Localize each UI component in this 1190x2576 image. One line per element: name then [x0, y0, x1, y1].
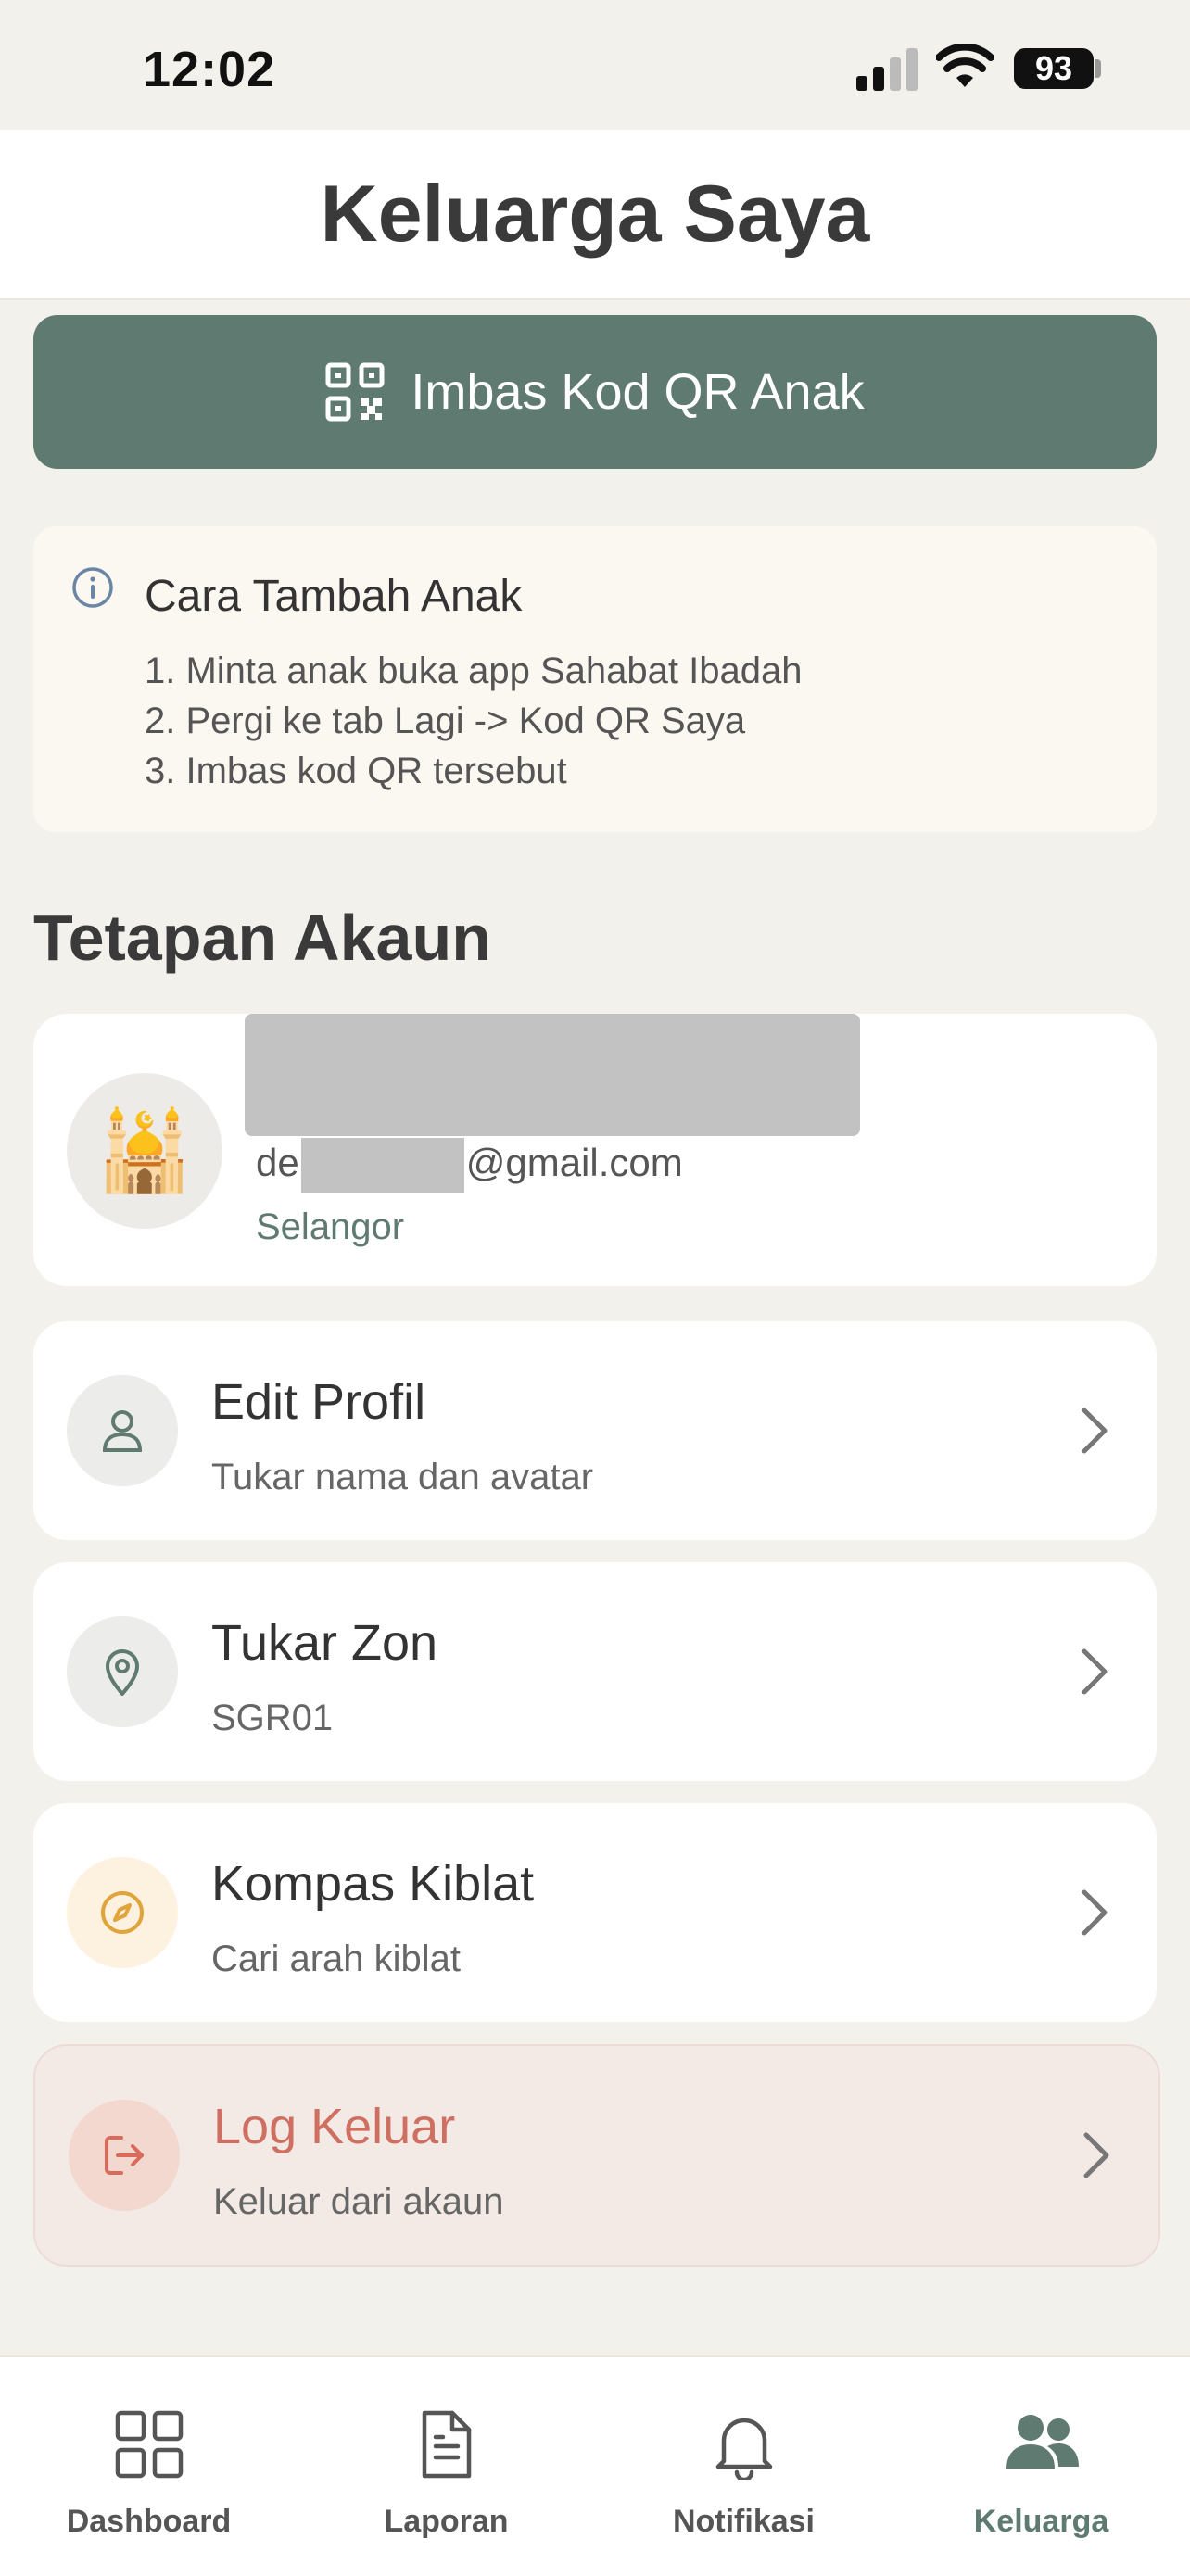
qibla-compass-title: Kompas Kiblat [211, 1856, 535, 1912]
info-step: 1. Minta anak buka app Sahabat Ibadah [145, 650, 803, 691]
email-suffix: @gmail.com [465, 1141, 683, 1185]
logout-title: Log Keluar [213, 2099, 456, 2154]
change-zone-title: Tukar Zon [211, 1615, 438, 1671]
scan-qr-label: Imbas Kod QR Anak [411, 364, 865, 420]
profile-email: de @gmail.com [256, 1138, 683, 1193]
chevron-right-icon [1082, 1648, 1108, 1695]
app-header: Keluarga Saya [0, 130, 1190, 300]
status-bar: 12:02 93 [0, 0, 1190, 130]
compass-icon [101, 1891, 144, 1934]
location-pin-icon [106, 1649, 139, 1696]
chevron-right-icon [1082, 1889, 1108, 1936]
redacted-name [245, 1014, 860, 1136]
nav-family[interactable]: Keluarga [892, 2357, 1190, 2576]
info-step: 2. Pergi ke tab Lagi -> Kod QR Saya [145, 701, 746, 741]
nav-family-label: Keluarga [973, 2504, 1109, 2539]
battery-indicator: 93 [1014, 48, 1094, 89]
logout-subtitle: Keluar dari akaun [213, 2181, 504, 2222]
family-icon [1006, 2415, 1079, 2469]
bottom-nav: Dashboard Laporan Notifikasi Keluarga [0, 2355, 1190, 2576]
edit-profile-item[interactable]: Edit Profil Tukar nama dan avatar [33, 1321, 1157, 1540]
edit-profile-title: Edit Profil [211, 1374, 426, 1430]
section-title: Tetapan Akaun [33, 902, 491, 974]
chevron-right-icon [1083, 2132, 1109, 2178]
wifi-icon [936, 44, 994, 87]
profile-location: Selangor [256, 1206, 405, 1247]
nav-dashboard[interactable]: Dashboard [0, 2357, 298, 2576]
chevron-right-icon [1082, 1408, 1108, 1454]
nav-notifications-label: Notifikasi [672, 2504, 816, 2539]
qr-code-icon [325, 362, 385, 422]
change-zone-icon-wrap [67, 1616, 178, 1727]
change-zone-item[interactable]: Tukar Zon SGR01 [33, 1562, 1157, 1781]
cellular-signal-icon [856, 48, 918, 91]
battery-level: 93 [1034, 49, 1073, 87]
nav-notifications[interactable]: Notifikasi [595, 2357, 892, 2576]
document-icon [422, 2410, 471, 2479]
qibla-compass-icon-wrap [67, 1857, 178, 1968]
nav-dashboard-label: Dashboard [66, 2504, 232, 2539]
info-step: 3. Imbas kod QR tersebut [145, 751, 567, 791]
qibla-compass-item[interactable]: Kompas Kiblat Cari arah kiblat [33, 1803, 1157, 2022]
profile-card: 🕌 de @gmail.com Selangor [33, 1014, 1157, 1286]
page-title: Keluarga Saya [320, 169, 870, 259]
redacted-email [300, 1138, 464, 1193]
info-title: Cara Tambah Anak [145, 572, 523, 621]
info-icon [72, 567, 113, 608]
change-zone-subtitle: SGR01 [211, 1698, 334, 1738]
nav-reports[interactable]: Laporan [298, 2357, 595, 2576]
info-card: Cara Tambah Anak 1. Minta anak buka app … [33, 526, 1157, 832]
logout-icon-wrap [69, 2100, 180, 2211]
edit-profile-subtitle: Tukar nama dan avatar [211, 1457, 594, 1497]
nav-reports-label: Laporan [384, 2504, 509, 2539]
avatar: 🕌 [67, 1073, 222, 1229]
logout-icon [105, 2136, 144, 2175]
grid-icon [115, 2410, 183, 2479]
scan-qr-button[interactable]: Imbas Kod QR Anak [33, 315, 1157, 469]
edit-profile-icon-wrap [67, 1375, 178, 1486]
qibla-compass-subtitle: Cari arah kiblat [211, 1938, 462, 1979]
logout-item[interactable]: Log Keluar Keluar dari akaun [33, 2044, 1160, 2267]
mosque-avatar-icon: 🕌 [95, 1106, 194, 1194]
status-time: 12:02 [143, 42, 276, 97]
email-prefix: de [256, 1141, 299, 1185]
user-icon [102, 1410, 143, 1452]
battery-tip [1095, 59, 1101, 78]
bell-icon [715, 2418, 772, 2480]
